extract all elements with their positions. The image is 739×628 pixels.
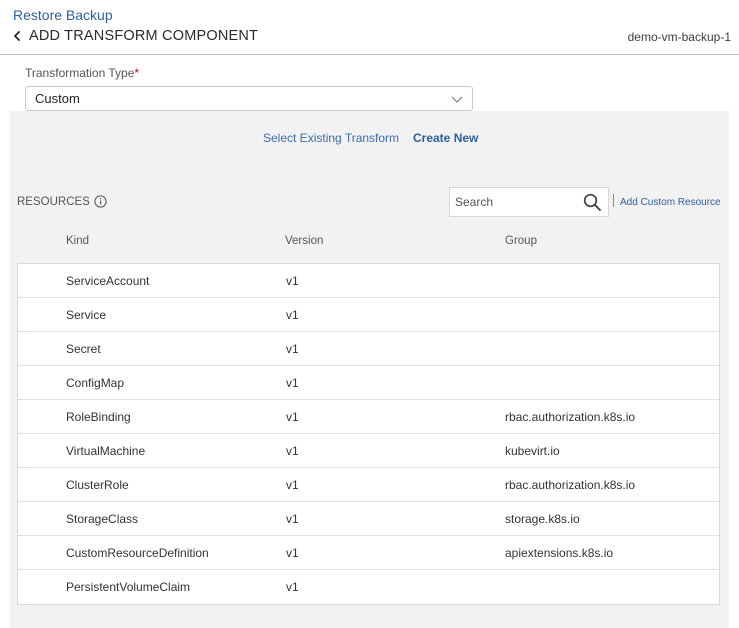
kind-cell: ConfigMap [66,376,125,390]
kind-cell: ClusterRole [66,478,129,492]
add-custom-resource-link[interactable]: Add Custom Resource [620,197,721,208]
app-title: Restore Backup [13,7,113,23]
version-cell: v1 [286,376,299,390]
transformation-type-value: Custom [35,91,80,106]
version-cell: v1 [286,274,299,288]
version-cell: v1 [286,308,299,322]
kind-cell: Service [66,308,107,322]
transformation-type-label-text: Transformation Type [25,66,135,80]
version-cell: v1 [286,444,299,458]
tab-create-new[interactable]: Create New [413,131,478,145]
table-row[interactable]: StorageClass v1 storage.k8s.io [18,502,719,536]
group-cell: kubevirt.io [505,444,560,458]
column-header-group: Group [505,235,537,247]
table-row[interactable]: Secret v1 [18,332,719,366]
kind-cell: CustomResourceDefinition [66,546,209,560]
column-header-kind: Kind [66,235,90,247]
table-row[interactable]: ConfigMap v1 [18,366,719,400]
kind-cell: RoleBinding [66,410,131,424]
page-header: Restore Backup ADD TRANSFORM COMPONENT d… [0,0,739,55]
version-cell: v1 [286,580,299,594]
version-cell: v1 [286,546,299,560]
info-icon[interactable] [94,195,107,208]
separator [613,194,614,207]
kind-cell: Secret [66,342,101,356]
version-cell: v1 [286,512,299,526]
resource-search-box [449,187,609,217]
group-cell: rbac.authorization.k8s.io [505,410,636,424]
table-row[interactable]: ServiceAccount v1 [18,264,719,298]
table-row[interactable]: ClusterRole v1 rbac.authorization.k8s.io [18,468,719,502]
version-cell: v1 [286,342,299,356]
group-cell: rbac.authorization.k8s.io [505,478,636,492]
table-row[interactable]: PersistentVolumeClaim v1 [18,570,719,604]
page-title: ADD TRANSFORM COMPONENT [29,28,259,44]
resources-table: ServiceAccount v1 Service v1 Secret v1 C… [17,263,720,605]
group-cell: apiextensions.k8s.io [505,546,614,560]
resources-label: RESOURCES [17,195,90,208]
back-button[interactable]: ADD TRANSFORM COMPONENT [11,28,258,44]
kind-cell: ServiceAccount [66,274,150,288]
table-row[interactable]: RoleBinding v1 rbac.authorization.k8s.io [18,400,719,434]
table-row[interactable]: Service v1 [18,298,719,332]
backup-name: demo-vm-backup-1 [627,30,731,44]
column-header-version: Version [285,235,324,247]
chevron-down-icon [450,92,464,106]
search-icon[interactable] [583,193,602,212]
transformation-type-select[interactable]: Custom [25,86,473,111]
group-cell: storage.k8s.io [505,512,580,526]
transformation-type-label: Transformation Type* [25,66,139,80]
version-cell: v1 [286,410,299,424]
tab-select-existing-transform[interactable]: Select Existing Transform [263,131,399,145]
resource-search-input[interactable] [455,195,575,209]
required-marker: * [134,66,140,80]
resources-heading: RESOURCES [17,195,107,208]
kind-cell: PersistentVolumeClaim [66,580,191,594]
version-cell: v1 [286,478,299,492]
kind-cell: StorageClass [66,512,139,526]
kind-cell: VirtualMachine [66,444,146,458]
transform-panel: Select Existing Transform Create New RES… [10,111,729,628]
chevron-left-icon [11,29,23,43]
table-row[interactable]: CustomResourceDefinition v1 apiextension… [18,536,719,570]
table-row[interactable]: VirtualMachine v1 kubevirt.io [18,434,719,468]
